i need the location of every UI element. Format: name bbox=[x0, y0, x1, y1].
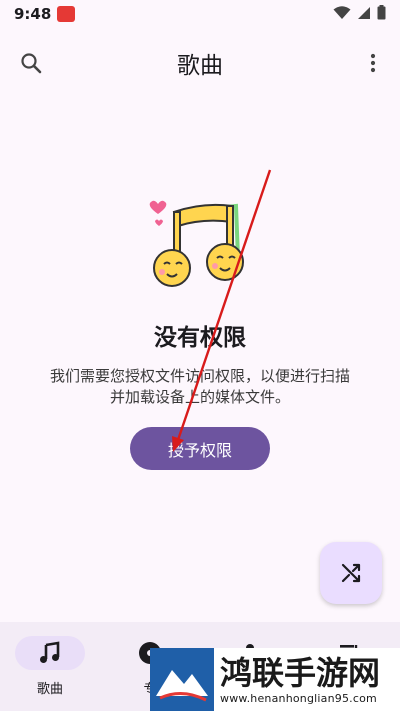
music-note-faces-icon bbox=[148, 192, 252, 292]
status-icons bbox=[333, 4, 386, 24]
status-time: 9:48 bbox=[14, 5, 52, 23]
watermark-text: 鸿联手游网 www.henanhonglian95.com bbox=[220, 654, 380, 705]
watermark-title: 鸿联手游网 bbox=[220, 654, 381, 692]
music-note-icon bbox=[40, 641, 60, 663]
nav-item-songs[interactable]: 歌曲 bbox=[0, 622, 100, 711]
nav-label: 歌曲 bbox=[36, 682, 63, 697]
app-bar: 歌曲 bbox=[0, 36, 400, 90]
signal-icon bbox=[357, 5, 371, 24]
more-vert-icon bbox=[370, 53, 376, 73]
app-notification-icon bbox=[57, 6, 76, 22]
page-title: 歌曲 bbox=[177, 53, 223, 79]
more-options-button[interactable] bbox=[356, 46, 390, 80]
annotation-arrow bbox=[172, 169, 272, 452]
empty-state-title: 没有权限 bbox=[154, 325, 246, 351]
search-button[interactable] bbox=[14, 46, 48, 80]
status-bar: 9:48 bbox=[0, 0, 400, 28]
wifi-icon bbox=[333, 5, 351, 24]
watermark-url: www.henanhonglian95.com bbox=[220, 692, 377, 705]
shuffle-icon bbox=[341, 563, 361, 583]
watermark-logo bbox=[150, 648, 214, 711]
nav-pill bbox=[15, 636, 85, 670]
shuffle-button[interactable] bbox=[320, 542, 382, 604]
grant-permission-button[interactable]: 授予权限 bbox=[130, 427, 270, 470]
empty-state-description: 我们需要您授权文件访问权限，以便进行扫描并加载设备上的媒体文件。 bbox=[50, 367, 351, 406]
battery-icon bbox=[377, 4, 386, 24]
search-icon bbox=[21, 53, 42, 74]
watermark: 鸿联手游网 www.henanhonglian95.com bbox=[150, 648, 400, 711]
